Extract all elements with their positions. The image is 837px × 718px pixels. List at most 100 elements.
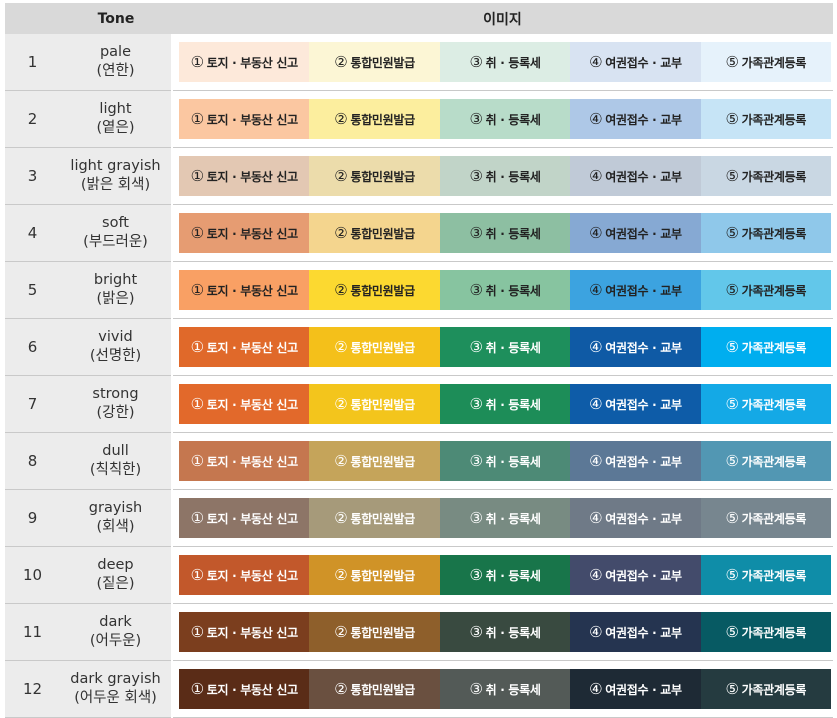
color-chip: ⑤ 가족관계등록 (700, 441, 832, 481)
circled-number: ① (190, 566, 204, 584)
table-body: 1 pale (연한) ① 토지 · 부동산 신고 ② 통합민원발급 ③ 취 · 등록세 ④ 여권접… (5, 34, 833, 718)
chip-label: 취 · 등록세 (485, 112, 541, 127)
tone-name-en: soft (102, 215, 129, 231)
color-chip-strip: ① 토지 · 부동산 신고 ② 통합민원발급 ③ 취 · 등록세 ④ 여권접수 · 교부 ⑤ 가족… (179, 669, 832, 709)
chip-label: 취 · 등록세 (485, 454, 541, 469)
color-chip: ⑤ 가족관계등록 (700, 669, 832, 709)
color-chip-strip: ① 토지 · 부동산 신고 ② 통합민원발급 ③ 취 · 등록세 ④ 여권접수 · 교부 ⑤ 가족… (179, 270, 832, 310)
chip-label: 취 · 등록세 (485, 682, 541, 697)
row-number: 2 (5, 90, 60, 148)
circled-number: ② (334, 509, 348, 527)
chip-label: 토지 · 부동산 신고 (206, 226, 298, 241)
color-chip: ③취 · 등록세 (439, 498, 571, 538)
color-chip: ② 통합민원발급 (309, 213, 440, 253)
chip-label: 가족관계등록 (741, 226, 807, 241)
chip-label: 토지 · 부동산 신고 (206, 682, 298, 697)
circled-number: ① (190, 509, 204, 527)
chip-label: 취 · 등록세 (485, 55, 541, 70)
row-number: 8 (5, 432, 60, 490)
chip-label: 통합민원발급 (350, 454, 415, 469)
tone-name-en: light (99, 101, 132, 117)
color-chip-strip: ① 토지 · 부동산 신고 ② 통합민원발급 ③ 취 · 등록세 ④ 여권접수 · 교부 ⑤ 가족… (179, 99, 832, 139)
tone-name-kr: (옅은) (96, 120, 135, 136)
table-row: 8 dull (칙칙한) ① 토지 · 부동산 신고 ② 통합민원발급 ③ 취 · 등록세 ④ 여권… (5, 432, 833, 490)
table-row: 5 bright (밝은) ① 토지 · 부동산 신고 ② 통합민원발급 ③ 취 · 등록세 ④ 여… (5, 261, 833, 319)
color-chip: ② 통합민원발급 (309, 441, 440, 481)
row-number: 7 (5, 375, 60, 433)
table-row: 4 soft (부드러운) ① 토지 · 부동산 신고 ② 통합민원발급 ③ 취 · 등록세 ④ 여… (5, 204, 833, 262)
chip-label: 통합민원발급 (350, 568, 415, 583)
color-chip: ② 통합민원발급 (309, 498, 440, 538)
chip-label: 여권접수 · 교부 (605, 511, 682, 526)
color-chip: ① 토지 · 부동산 신고 (179, 99, 310, 139)
circled-number: ② (334, 566, 348, 584)
circled-number: ① (190, 167, 204, 185)
table-row: 2 light (옅은) ① 토지 · 부동산 신고 ② 통합민원발급 ③ 취 · 등록세 ④ 여권… (5, 90, 833, 148)
circled-number: ② (334, 167, 348, 185)
circled-number: ⑤ (725, 395, 739, 413)
chip-label: 통합민원발급 (350, 625, 415, 640)
tone-table-sheet: Tone 이미지 1 pale (연한) ① 토지 · 부동산 신고 ② 통합민원발급 ③ 취 … (0, 0, 837, 718)
chip-label: 여권접수 · 교부 (605, 340, 682, 355)
color-chip-strip: ① 토지 · 부동산 신고 ② 통합민원발급 ③ 취 · 등록세 ④ 여권접수 · 교부 ⑤ 가족… (179, 42, 832, 82)
tone-image-cell: ① 토지 · 부동산 신고 ② 통합민원발급 ③ 취 · 등록세 ④ 여권접수 · 교부 ⑤ 가족… (172, 318, 833, 376)
tone-name-en: dark grayish (70, 671, 161, 687)
color-chip: ③취 · 등록세 (439, 441, 571, 481)
table-row: 1 pale (연한) ① 토지 · 부동산 신고 ② 통합민원발급 ③ 취 · 등록세 ④ 여권접… (5, 34, 833, 91)
circled-number: ⑤ (725, 452, 739, 470)
tone-image-cell: ① 토지 · 부동산 신고 ② 통합민원발급 ③ 취 · 등록세 ④ 여권접수 · 교부 ⑤ 가족… (172, 261, 833, 319)
circled-number: ③ (469, 566, 483, 584)
color-chip-strip: ① 토지 · 부동산 신고 ② 통합민원발급 ③ 취 · 등록세 ④ 여권접수 · 교부 ⑤ 가족… (179, 498, 832, 538)
color-chip: ④ 여권접수 · 교부 (570, 384, 701, 424)
circled-number: ④ (589, 224, 603, 242)
row-number: 10 (5, 546, 60, 604)
circled-number: ④ (589, 566, 603, 584)
circled-number: ① (190, 110, 204, 128)
circled-number: ② (334, 452, 348, 470)
circled-number: ⑤ (725, 167, 739, 185)
header-image: 이미지 (172, 3, 833, 34)
chip-label: 통합민원발급 (350, 283, 415, 298)
color-chip: ① 토지 · 부동산 신고 (179, 612, 310, 652)
tone-name-en: deep (97, 557, 134, 573)
chip-label: 통합민원발급 (350, 682, 415, 697)
circled-number: ③ (469, 167, 483, 185)
circled-number: ② (334, 281, 348, 299)
chip-label: 취 · 등록세 (485, 226, 541, 241)
chip-label: 취 · 등록세 (485, 397, 541, 412)
color-chip: ③취 · 등록세 (439, 270, 571, 310)
circled-number: ② (334, 224, 348, 242)
chip-label: 통합민원발급 (350, 169, 415, 184)
chip-label: 여권접수 · 교부 (605, 112, 682, 127)
circled-number: ② (334, 395, 348, 413)
color-chip: ① 토지 · 부동산 신고 (179, 213, 310, 253)
tone-name: grayish (회색) (60, 489, 173, 547)
color-chip-strip: ① 토지 · 부동산 신고 ② 통합민원발급 ③ 취 · 등록세 ④ 여권접수 · 교부 ⑤ 가족… (179, 327, 832, 367)
circled-number: ③ (469, 395, 483, 413)
color-chip: ② 통합민원발급 (309, 156, 440, 196)
chip-label: 가족관계등록 (741, 112, 807, 127)
chip-label: 토지 · 부동산 신고 (206, 112, 298, 127)
circled-number: ④ (589, 509, 603, 527)
color-chip: ⑤ 가족관계등록 (700, 384, 832, 424)
tone-name-kr: (짙은) (96, 576, 135, 592)
tone-name: dark grayish (어두운 회색) (60, 660, 173, 718)
tone-image-cell: ① 토지 · 부동산 신고 ② 통합민원발급 ③ 취 · 등록세 ④ 여권접수 · 교부 ⑤ 가족… (172, 546, 833, 604)
circled-number: ⑤ (725, 53, 739, 71)
tone-name-kr: (밝은 회색) (80, 177, 151, 193)
color-chip: ⑤ 가족관계등록 (700, 156, 832, 196)
tone-name-kr: (어두운) (89, 633, 142, 649)
tone-image-cell: ① 토지 · 부동산 신고 ② 통합민원발급 ③ 취 · 등록세 ④ 여권접수 · 교부 ⑤ 가족… (172, 375, 833, 433)
row-number: 12 (5, 660, 60, 718)
color-chip: ⑤ 가족관계등록 (700, 612, 832, 652)
color-chip: ④ 여권접수 · 교부 (570, 99, 701, 139)
row-number: 6 (5, 318, 60, 376)
tone-image-cell: ① 토지 · 부동산 신고 ② 통합민원발급 ③ 취 · 등록세 ④ 여권접수 · 교부 ⑤ 가족… (172, 432, 833, 490)
chip-label: 토지 · 부동산 신고 (206, 625, 298, 640)
chip-label: 가족관계등록 (741, 511, 807, 526)
tone-image-cell: ① 토지 · 부동산 신고 ② 통합민원발급 ③ 취 · 등록세 ④ 여권접수 · 교부 ⑤ 가족… (172, 489, 833, 547)
color-chip: ② 통합민원발급 (309, 42, 440, 82)
circled-number: ④ (589, 110, 603, 128)
chip-label: 가족관계등록 (741, 283, 807, 298)
chip-label: 여권접수 · 교부 (605, 55, 682, 70)
